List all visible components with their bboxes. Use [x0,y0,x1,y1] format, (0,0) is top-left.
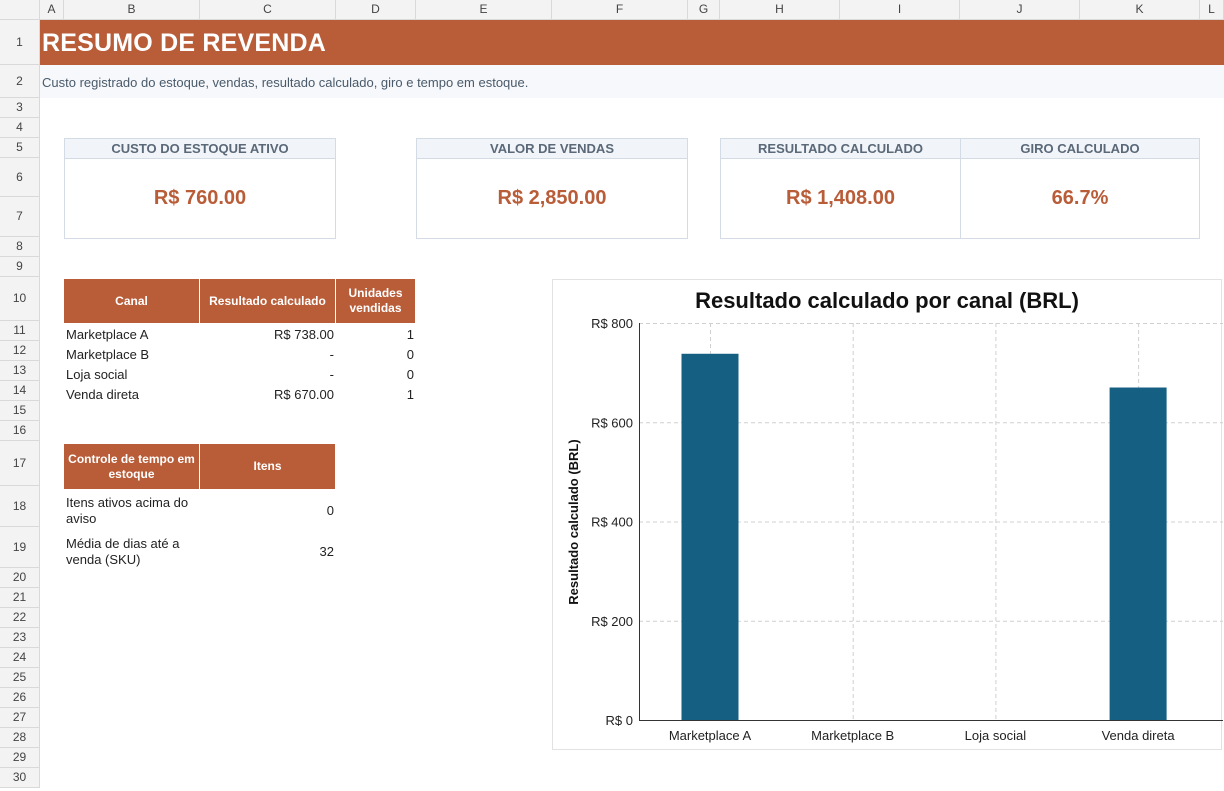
row-header-2[interactable]: 2 [0,65,40,98]
row-header-4[interactable]: 4 [0,118,40,138]
chart-y-tick-label: R$ 800 [591,316,633,331]
kpi-card-result[interactable]: RESULTADO CALCULADO R$ 1,408.00 [720,138,961,239]
column-header-e[interactable]: E [416,0,552,20]
kpi-label: RESULTADO CALCULADO [721,139,960,159]
channel-units[interactable]: 0 [336,367,414,383]
column-header-f[interactable]: F [552,0,688,20]
time-table-header-control[interactable]: Controle de tempo em estoque [64,444,200,489]
channel-table-header-canal[interactable]: Canal [64,279,200,323]
kpi-card-turnover[interactable]: GIRO CALCULADO 66.7% [960,138,1200,239]
row-header-18[interactable]: 18 [0,486,40,527]
row-header-26[interactable]: 26 [0,688,40,708]
sheet-corner[interactable] [0,0,40,20]
kpi-label: CUSTO DO ESTOQUE ATIVO [65,139,335,159]
chart-x-tick-label: Marketplace B [811,728,894,743]
page-subtitle: Custo registrado do estoque, vendas, res… [42,75,529,90]
row-header-11[interactable]: 11 [0,321,40,341]
chart-title: Resultado calculado por canal (BRL) [695,288,1079,313]
kpi-label: VALOR DE VENDAS [417,139,687,159]
channel-table-header-result[interactable]: Resultado calculado [200,279,336,323]
channel-name[interactable]: Marketplace A [66,327,148,343]
column-header-k[interactable]: K [1080,0,1200,20]
column-header-i[interactable]: I [840,0,960,20]
row-header-9[interactable]: 9 [0,257,40,277]
channel-name[interactable]: Loja social [66,367,127,383]
chart-x-tick-label: Marketplace A [669,728,752,743]
chart-x-ticks: Marketplace A Marketplace B Loja social Ven… [669,728,1176,743]
channel-name[interactable]: Venda direta [66,387,139,403]
row-header-8[interactable]: 8 [0,237,40,257]
chart-y-tick-label: R$ 0 [606,713,633,728]
chart-bar-venda-direta[interactable] [1109,387,1167,720]
chart-y-ticks: R$ 0 R$ 200 R$ 400 R$ 600 R$ 800 [591,316,633,728]
channel-result[interactable]: R$ 738.00 [200,327,334,343]
channel-name[interactable]: Marketplace B [66,347,149,363]
row-header-13[interactable]: 13 [0,361,40,381]
column-header-l[interactable]: L [1200,0,1224,20]
kpi-value: R$ 1,408.00 [786,187,895,209]
channel-result[interactable]: R$ 670.00 [200,387,334,403]
chart-y-tick-label: R$ 400 [591,515,633,530]
kpi-label: GIRO CALCULADO [961,139,1199,159]
time-table-header-items[interactable]: Itens [200,444,336,489]
row-header-3[interactable]: 3 [0,98,40,118]
row-header-29[interactable]: 29 [0,748,40,768]
channel-result[interactable]: - [200,367,334,383]
row-header-6[interactable]: 6 [0,158,40,197]
column-header-h[interactable]: H [720,0,840,20]
chart-y-tick-label: R$ 200 [591,614,633,629]
time-value[interactable]: 32 [200,544,334,560]
column-header-g[interactable]: G [688,0,720,20]
row-header-28[interactable]: 28 [0,728,40,748]
row-header-27[interactable]: 27 [0,708,40,728]
row-header-19[interactable]: 19 [0,527,40,568]
row-header-30[interactable]: 30 [0,768,40,788]
column-header-j[interactable]: J [960,0,1080,20]
chart-x-tick-label: Loja social [965,728,1027,743]
kpi-value: R$ 760.00 [153,187,247,209]
bar-chart: Resultado calculado por canal (BRL) Resu… [566,288,1223,743]
channel-units[interactable]: 1 [336,327,414,343]
chart-bar-marketplace-a[interactable] [681,353,739,720]
row-header-14[interactable]: 14 [0,381,40,401]
page-title: RESUMO DE REVENDA [42,29,326,57]
channel-units[interactable]: 0 [336,347,414,363]
channel-table-header-units[interactable]: Unidades vendidas [336,279,416,323]
chart-y-tick-label: R$ 600 [591,415,633,430]
chart-x-tick-label: Venda direta [1102,728,1176,743]
channel-result[interactable]: - [200,347,334,363]
kpi-card-stock-cost[interactable]: CUSTO DO ESTOQUE ATIVO R$ 760.00 [64,138,336,239]
row-header-17[interactable]: 17 [0,441,40,486]
row-header-22[interactable]: 22 [0,608,40,628]
row-header-25[interactable]: 25 [0,668,40,688]
row-header-20[interactable]: 20 [0,568,40,588]
column-header-a[interactable]: A [40,0,64,20]
chart-y-axis-label: Resultado calculado (BRL) [566,439,581,604]
column-header-c[interactable]: C [200,0,336,20]
row-header-12[interactable]: 12 [0,341,40,361]
kpi-value: 66.7% [1051,187,1109,209]
row-header-24[interactable]: 24 [0,648,40,668]
kpi-value: R$ 2,850.00 [497,187,607,209]
row-header-5[interactable]: 5 [0,138,40,158]
chart-bars [681,353,1167,720]
kpi-card-sales-value[interactable]: VALOR DE VENDAS R$ 2,850.00 [416,138,688,239]
time-value[interactable]: 0 [200,503,334,519]
time-label[interactable]: Itens ativos acima do aviso [66,495,198,527]
channel-units[interactable]: 1 [336,387,414,403]
row-header-16[interactable]: 16 [0,421,40,441]
column-header-d[interactable]: D [336,0,416,20]
column-header-b[interactable]: B [64,0,200,20]
chart-container[interactable]: Resultado calculado por canal (BRL) Resu… [552,279,1223,750]
row-header-23[interactable]: 23 [0,628,40,648]
row-header-21[interactable]: 21 [0,588,40,608]
row-header-1[interactable]: 1 [0,20,40,65]
row-header-15[interactable]: 15 [0,401,40,421]
row-header-7[interactable]: 7 [0,197,40,237]
row-header-10[interactable]: 10 [0,277,40,321]
time-label[interactable]: Média de dias até a venda (SKU) [66,536,198,568]
